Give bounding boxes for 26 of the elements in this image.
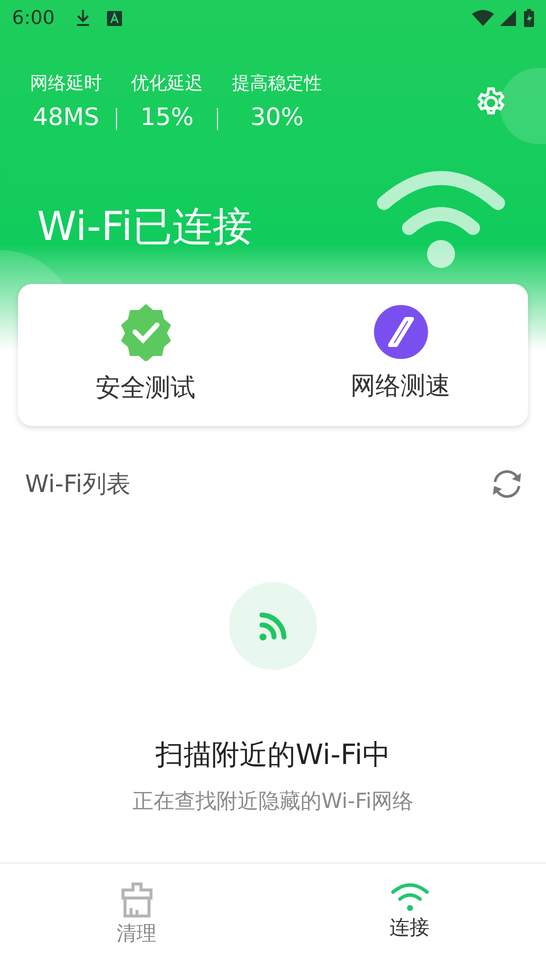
stat-value: 48MS: [32, 102, 100, 133]
stat-label: 优化延迟: [131, 72, 203, 96]
wifi-signal-icon: [472, 10, 494, 26]
refresh-icon[interactable]: [490, 469, 524, 499]
stat-label: 网络延时: [30, 72, 102, 96]
download-icon: [74, 9, 91, 27]
scan-title: 扫描附近的Wi-Fi中: [156, 737, 390, 773]
wifi-icon: [390, 882, 430, 912]
wifi-icon: [258, 610, 288, 642]
action-button[interactable]: 安全测试: [18, 284, 273, 426]
action-button[interactable]: 网络测速: [273, 284, 528, 426]
stat-label: 提高稳定性: [232, 72, 322, 96]
compass-icon: [374, 305, 428, 360]
status-time: 6:00: [12, 6, 55, 31]
battery-icon: [524, 9, 534, 27]
connection-status-title: Wi-Fi已连接: [37, 203, 252, 252]
stat-value: 30%: [250, 102, 304, 133]
keyboard-icon: [106, 10, 122, 26]
nav-tab[interactable]: 连接: [273, 864, 546, 970]
section-title: Wi-Fi列表: [25, 469, 130, 500]
nav-tab[interactable]: 清理: [0, 864, 273, 970]
scan-subtitle: 正在查找附近隐藏的Wi-Fi网络: [132, 788, 414, 815]
wifi-icon: [375, 168, 507, 270]
broom-icon: [118, 882, 154, 918]
cell-signal-icon: [500, 10, 516, 26]
stat-value: 15%: [140, 102, 194, 133]
